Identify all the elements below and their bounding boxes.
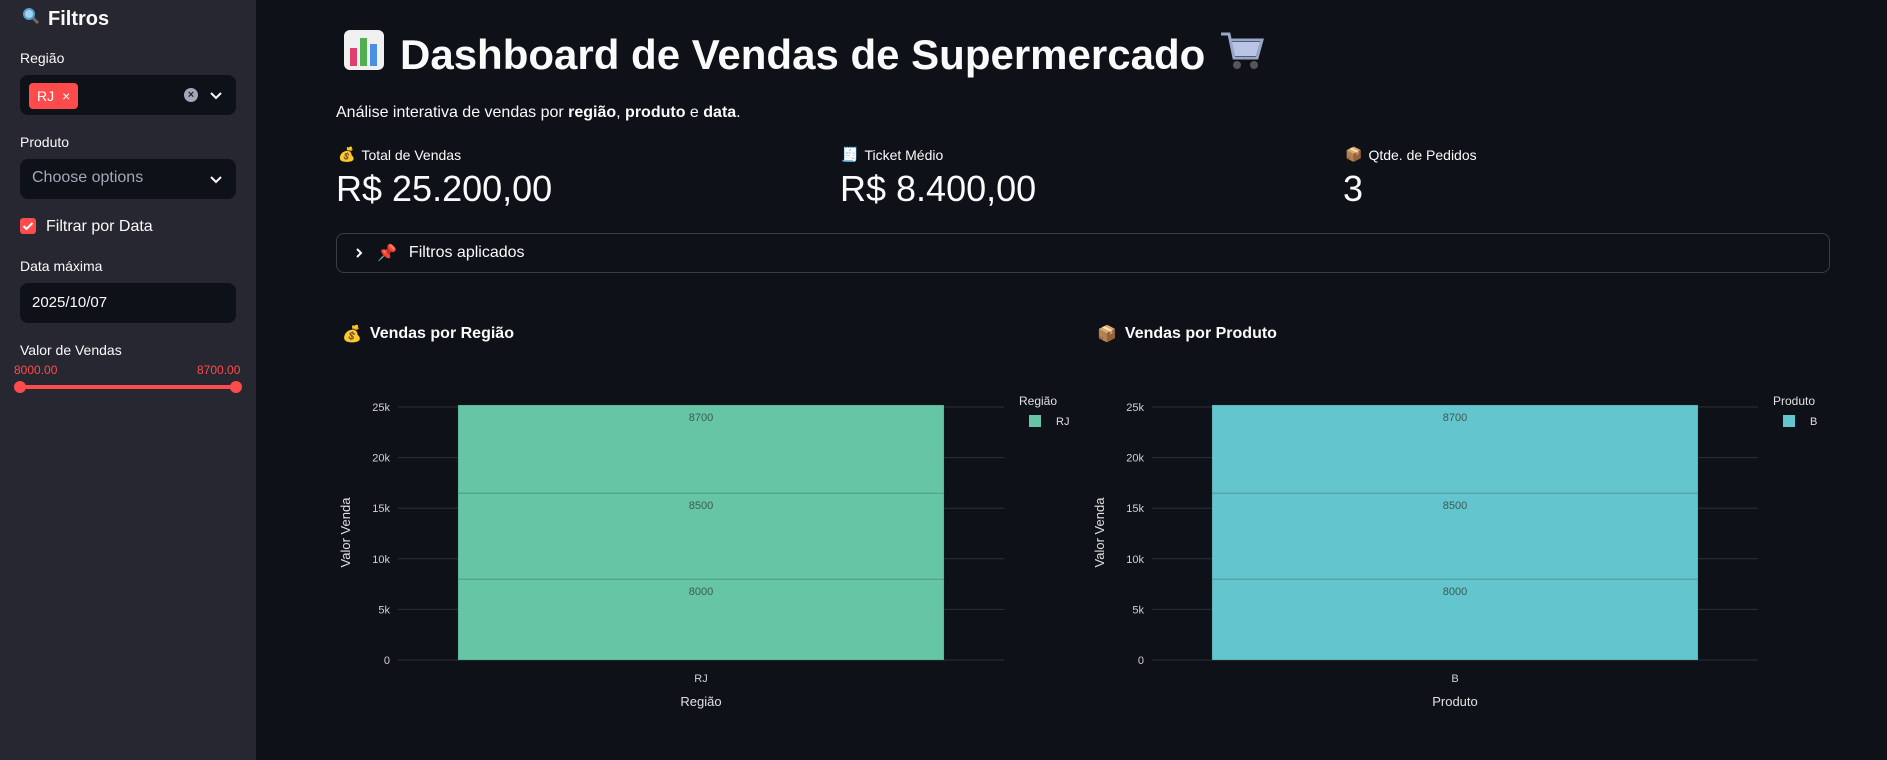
chart-produto-title: 📦 Vendas por Produto [1097,324,1277,344]
regiao-tag-label: RJ [37,88,55,104]
bar-data-label: 8500 [1443,500,1467,512]
subtitle-bold-data: data [703,104,737,121]
y-tick-label: 20k [1126,453,1144,465]
y-tick-label: 5k [1132,604,1144,616]
bar-data-label: 8000 [1443,586,1467,598]
chart-vendas-produto: 0 5k 10k 15k 20k 25k 8000 8500 8700 B Produto Valor… [1092,394,1817,709]
page-subtitle: Análise interativa de vendas por região,… [336,104,741,122]
data-maxima-label: Data máxima [20,258,103,274]
subtitle-end: . [736,104,741,121]
expander-label: Filtros aplicados [408,244,525,261]
y-tick-label: 25k [372,402,390,414]
produto-multiselect[interactable]: Choose options [20,159,236,199]
money-bag-icon: 💰 [342,326,362,343]
sidebar-title: Filtros [22,7,109,31]
slider-min-handle[interactable] [14,381,26,393]
metric-label-text: Total de Vendas [361,146,462,163]
slider-min-value: 8000.00 [14,363,58,377]
subtitle-bold-regiao: região [568,104,617,121]
legend-title: Região [1019,394,1057,408]
metric-total-value: R$ 25.200,00 [336,168,553,209]
y-tick-label: 20k [372,453,390,465]
bar-data-label: 8700 [1443,412,1467,424]
data-maxima-input[interactable]: 2025/10/07 [20,283,236,323]
sidebar-title-text: Filtros [48,7,110,30]
shopping-cart-icon [1219,28,1265,82]
y-tick-label: 10k [372,554,390,566]
chart-regiao-title: 💰 Vendas por Região [342,324,514,344]
y-axis-title: Valor Venda [338,497,353,568]
subtitle-text: Análise interativa de vendas por [336,104,569,121]
package-icon: 📦 [1345,146,1363,162]
chart-vendas-regiao: 0 5k 10k 15k 20k 25k 8000 8500 8700 RJ Região Valor… [338,394,1069,709]
page-title-text: Dashboard de Vendas de Supermercado [400,31,1206,78]
metric-ticket-value: R$ 8.400,00 [840,168,1037,209]
metric-pedidos-label: 📦 Qtde. de Pedidos [1345,146,1477,163]
y-axis-title: Valor Venda [1092,497,1107,568]
regiao-label: Região [20,50,65,66]
money-bag-icon: 💰 [338,146,356,162]
pushpin-icon: 📌 [377,245,397,262]
filtrar-data-label[interactable]: Filtrar por Data [46,218,153,236]
y-tick-label: 25k [1126,402,1144,414]
produto-label: Produto [20,134,70,150]
receipt-icon: 🧾 [841,146,859,162]
bar-chart-icon [342,28,386,82]
metric-label-text: Ticket Médio [864,146,944,163]
regiao-tag-rj[interactable]: RJ × [29,83,79,109]
chart-title-text: Vendas por Região [369,325,514,342]
produto-placeholder: Choose options [32,169,144,186]
x-axis-title: Produto [1432,694,1478,709]
metric-pedidos-value: 3 [1343,168,1364,209]
bar-data-label: 8000 [689,586,713,598]
legend-item: RJ [1056,416,1069,428]
package-icon: 📦 [1097,326,1117,343]
chevron-right-icon [356,248,363,258]
clear-icon[interactable]: × [184,88,198,102]
y-tick-label: 15k [372,503,390,515]
y-tick-label: 10k [1126,554,1144,566]
valor-vendas-label: Valor de Vendas [20,342,122,358]
metric-total-label: 💰 Total de Vendas [338,146,461,163]
chevron-down-icon[interactable] [208,87,224,103]
legend-title: Produto [1773,394,1815,408]
regiao-multiselect[interactable]: RJ × × [20,75,236,115]
x-axis-title: Região [680,694,721,709]
bar-data-label: 8700 [689,412,713,424]
y-tick-label: 0 [1138,655,1144,667]
slider-max-handle[interactable] [230,381,242,393]
legend-swatch [1783,415,1795,427]
filtrar-data-checkbox[interactable] [20,218,36,234]
chevron-down-icon[interactable] [208,171,224,187]
y-tick-label: 0 [384,655,390,667]
subtitle-sep: e [685,104,704,121]
search-icon [22,7,40,31]
filtros-aplicados-expander[interactable]: 📌 Filtros aplicados [336,233,1830,273]
remove-tag-icon[interactable]: × [62,88,70,104]
subtitle-sep: , [616,104,626,121]
sidebar: Filtros Região RJ × × Produto Choose opt… [0,0,256,760]
valor-vendas-slider[interactable] [20,385,236,389]
page-title: Dashboard de Vendas de Supermercado [342,28,1265,82]
x-tick-label: RJ [694,673,707,685]
metric-ticket-label: 🧾 Ticket Médio [841,146,943,163]
legend-swatch [1029,415,1041,427]
bar-data-label: 8500 [689,500,713,512]
y-tick-label: 5k [378,604,390,616]
legend-item: B [1810,416,1817,428]
metric-label-text: Qtde. de Pedidos [1368,146,1477,163]
x-tick-label: B [1451,673,1458,685]
check-icon [22,222,34,231]
y-tick-label: 15k [1126,503,1144,515]
subtitle-bold-produto: produto [625,104,686,121]
chart-title-text: Vendas por Produto [1124,325,1277,342]
slider-max-value: 8700.00 [197,363,241,377]
